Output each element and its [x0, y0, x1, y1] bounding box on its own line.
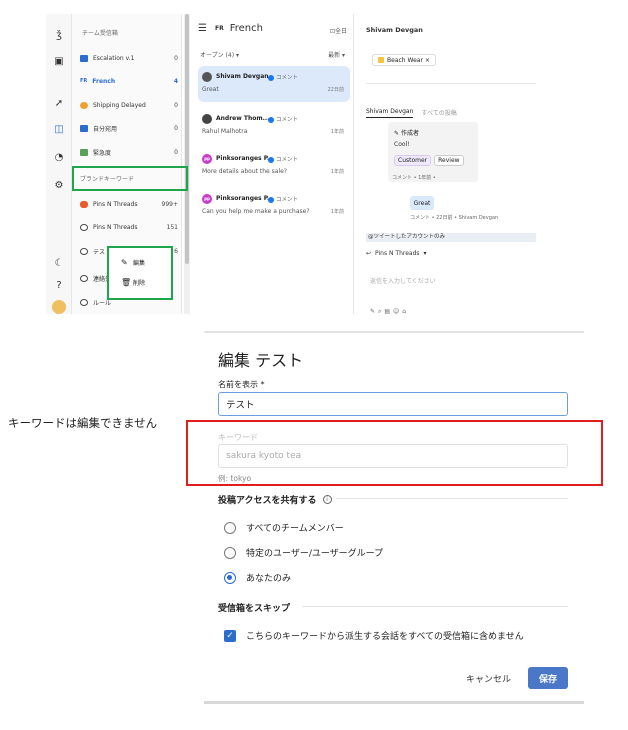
divider [302, 606, 568, 607]
avatar: PP [202, 194, 212, 204]
rules-icon [80, 298, 88, 306]
reply-icon: ↩ [366, 250, 372, 257]
sort-dropdown[interactable]: 最新 ▾ [328, 50, 345, 59]
keyword-pins-n-threads-2[interactable]: Pins N Threads 151 [80, 221, 178, 233]
avatar[interactable] [52, 300, 66, 314]
radio-button[interactable] [224, 546, 236, 559]
folder-urgent[interactable]: 緊急度 0 [80, 146, 178, 158]
image-icon [80, 148, 88, 156]
tab-contact[interactable]: Shivam Devgan [366, 108, 414, 118]
checkbox-checked[interactable]: ✓ [224, 629, 236, 642]
brand-keyword-highlight [72, 166, 188, 191]
reply-input[interactable]: 返信を入力してください [370, 276, 436, 285]
tag-icon [378, 57, 384, 63]
conversation-list-title: ☰ FR French [198, 23, 263, 34]
annotation-note: キーワードは編集できません [8, 416, 158, 430]
detail-tabs: Shivam Devgan すべての投稿 [366, 108, 457, 118]
post-meta: コメント • 1年前 • [392, 175, 436, 181]
compose-icon[interactable]: ▣ [52, 54, 66, 68]
folder-icon [80, 54, 88, 62]
conversation-card[interactable]: PP Pinksoranges P... コメント More details a… [198, 148, 350, 184]
reply-bubble: Great [410, 196, 434, 210]
folder-self[interactable]: 自分宛用 0 [80, 122, 178, 134]
facebook-icon [268, 116, 274, 123]
edit-menu-item[interactable]: ✎ 編集 [121, 258, 145, 267]
save-button[interactable]: 保存 [528, 667, 568, 689]
tab-all-posts[interactable]: すべての投稿 [421, 108, 456, 118]
context-menu: ✎ 編集 🗑 削除 [107, 246, 173, 300]
reply-scope-label: @ツイートしたアカウントのみ [366, 233, 536, 242]
radio-all-members[interactable]: すべてのチームメンバー [224, 521, 344, 534]
edit-keyword-dialog: 編集 テスト 名前を表示 * キーワード 例: tokyo 投稿アクセスを共有す… [204, 331, 584, 704]
skip-inbox-checkbox-row[interactable]: ✓ こちらのキーワードから派生する会話をすべての受信箱に含めません [224, 629, 524, 642]
reports-icon[interactable]: ◔ [52, 150, 66, 164]
keyword-pins-n-threads-1[interactable]: Pins N Threads 999+ [80, 198, 178, 210]
menu-icon[interactable]: ☰ [198, 23, 207, 34]
close-icon[interactable]: × [425, 57, 430, 64]
skip-inbox-heading: 受信箱をスキップ [218, 604, 291, 614]
globe-icon [80, 223, 88, 231]
tag-chip[interactable]: Beach Wear × [372, 54, 436, 66]
pencil-icon: ✎ [394, 130, 401, 137]
label-chip[interactable]: Review [434, 155, 464, 166]
folder-shipping-delayed[interactable]: Shipping Delayed 0 [80, 99, 178, 111]
radio-button-selected[interactable] [224, 571, 236, 584]
contacts-icon [80, 274, 88, 282]
conversation-detail: Shivam Devgan Beach Wear × Shivam Devgan… [358, 14, 538, 314]
label-chip[interactable]: Customer [394, 155, 432, 166]
keyword-not-editable-highlight [186, 420, 603, 486]
post-card: ✎ 作成者 Cool! Customer Review [388, 122, 478, 182]
icon-rail: ǯ ▣ ➚ ◫ ◔ ⚙ ☾ ? [46, 14, 72, 314]
delete-menu-item[interactable]: 🗑 削除 [121, 278, 145, 287]
divider [336, 498, 568, 499]
chevron-down-icon: ▾ [423, 250, 427, 257]
conversation-card[interactable]: Andrew Thom... コメント Rahul Malhotra 1年前 [198, 108, 350, 144]
cancel-button[interactable]: キャンセル [466, 672, 511, 685]
composer-toolbar: ✎⌕▤☺⌂ [370, 308, 410, 314]
logo-icon: ǯ [56, 29, 62, 41]
radio-only-you[interactable]: あなたのみ [224, 571, 291, 584]
avatar: PP [202, 154, 212, 164]
dialog-title: 編集 テスト [218, 351, 304, 370]
conversation-card[interactable]: Shivam Devgan コメント Great 22日前 [198, 66, 350, 102]
gear-icon[interactable]: ⚙ [52, 178, 66, 192]
conversation-card[interactable]: PP Pinksoranges P... コメント Can you help m… [198, 188, 350, 224]
display-name-input[interactable] [218, 392, 568, 416]
trash-icon: 🗑 [121, 278, 132, 287]
team-inbox-heading: チーム受信箱 [82, 30, 118, 37]
help-icon[interactable]: ? [52, 278, 66, 292]
send-icon[interactable]: ➚ [52, 96, 66, 110]
info-icon[interactable]: i [322, 495, 332, 504]
facebook-icon [268, 156, 274, 163]
folder-escalation[interactable]: Escalation v.1 0 [80, 52, 178, 64]
clock-icon [80, 101, 88, 109]
tag-field[interactable]: Beach Wear × [366, 50, 536, 84]
reply-meta: コメント • 22日前 • Shivam Devgan [410, 215, 499, 221]
scrollbar-thumb[interactable] [185, 14, 189, 264]
moon-icon[interactable]: ☾ [52, 256, 66, 270]
avatar [202, 114, 212, 124]
display-name-label: 名前を表示 * [218, 380, 265, 389]
share-access-heading: 投稿アクセスを共有する i [218, 493, 332, 506]
radio-button[interactable] [224, 521, 236, 534]
facebook-icon [268, 196, 274, 203]
open-filter-dropdown[interactable]: オープン (4) ▾ [200, 50, 239, 59]
globe-icon [80, 247, 88, 255]
all-filter[interactable]: ⊡全日 [330, 26, 347, 35]
avatar [202, 72, 212, 82]
reply-account-selector[interactable]: ↩ Pins N Threads ▾ [366, 250, 427, 257]
folder-icon [80, 124, 88, 132]
facebook-icon [268, 74, 274, 81]
folder-french[interactable]: FR French 4 [80, 75, 178, 87]
radio-specific-users[interactable]: 特定のユーザー/ユーザーグループ [224, 546, 383, 559]
conversation-list: ☰ FR French ⊡全日 オープン (4) ▾ 最新 ▾ Shivam Dev… [192, 14, 354, 314]
inbox-icon[interactable]: ◫ [52, 122, 66, 136]
pencil-icon: ✎ [121, 258, 128, 267]
label-chips: Customer Review [394, 155, 464, 166]
brand-icon [80, 200, 88, 208]
contact-name: Shivam Devgan [366, 26, 423, 34]
